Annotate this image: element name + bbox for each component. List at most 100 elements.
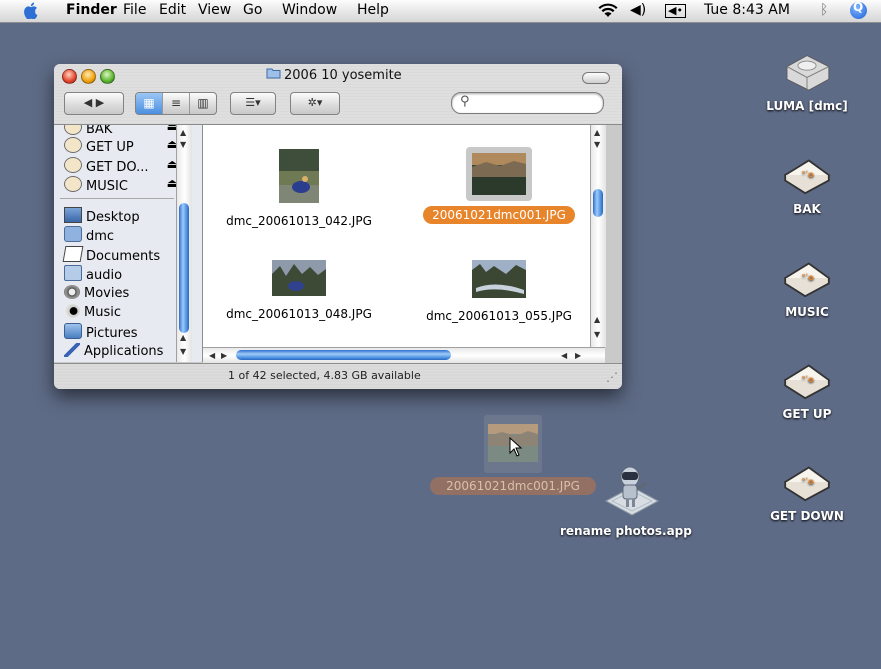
movies-icon — [64, 285, 80, 299]
sidebar-item-label: Movies — [84, 286, 130, 301]
file-item-selected[interactable]: 20061021dmc001.JPG — [414, 147, 584, 224]
scroll-up-arrow[interactable]: ▲ — [594, 128, 600, 137]
automator-app-icon[interactable] — [600, 463, 662, 523]
drive-icon — [64, 157, 82, 173]
external-drive-icon: °ʹo — [783, 466, 831, 502]
status-text: 1 of 42 selected, 4.83 GB available — [228, 369, 421, 382]
finder-window: 2006 10 yosemite ◀ ▶ ▦ ≡ ▥ ☰▾ ✲▾ ⚲ BAK ⏏… — [54, 64, 622, 389]
icon-view-button[interactable]: ▦ — [136, 93, 163, 114]
menu-go[interactable]: Go — [243, 2, 262, 18]
search-input[interactable] — [476, 95, 598, 109]
sidebar-item-audio[interactable]: audio — [64, 265, 180, 285]
clock[interactable]: Tue 8:43 AM — [704, 2, 790, 18]
drive-icon — [64, 125, 82, 135]
scroll-down-arrow[interactable]: ▼ — [594, 330, 600, 339]
apple-icon[interactable] — [24, 2, 40, 19]
minimize-button[interactable] — [81, 69, 96, 84]
desktop-icon-label: BAK — [793, 202, 821, 216]
horizontal-scroll-thumb[interactable] — [236, 350, 451, 360]
action-menu-button[interactable]: ✲▾ — [290, 92, 340, 115]
pictures-icon — [64, 323, 82, 339]
scroll-up-arrow[interactable]: ▲ — [180, 333, 186, 342]
external-drive-icon: °ʹo — [783, 262, 831, 298]
cursor-arrow-icon — [509, 437, 523, 457]
sidebar-item-applications[interactable]: Applications — [64, 343, 180, 362]
desktop-icon-get-down[interactable]: °ʹo GET DOWN — [752, 462, 862, 523]
menu-window[interactable]: Window — [282, 2, 337, 18]
toolbar-toggle-button[interactable] — [582, 72, 610, 84]
svg-text:°ʹo: °ʹo — [802, 374, 815, 384]
back-forward-button[interactable]: ◀ ▶ — [64, 92, 124, 115]
list-view-button[interactable]: ≡ — [163, 93, 190, 114]
photo-thumbnail — [279, 149, 319, 203]
file-item[interactable]: dmc_20061013_042.JPG — [214, 149, 384, 228]
spotlight-icon[interactable]: Q — [850, 0, 867, 19]
sidebar-item-label: Documents — [86, 249, 161, 264]
content-scroll-thumb[interactable] — [593, 189, 603, 217]
resize-grip-icon[interactable]: ⋰ — [606, 370, 618, 384]
menu-file[interactable]: File — [123, 2, 146, 18]
sidebar-item-label: dmc — [86, 229, 115, 244]
column-view-button[interactable]: ▥ — [190, 93, 216, 114]
arrange-button[interactable]: ☰▾ — [230, 92, 276, 115]
desktop-icon-music[interactable]: °ʹo MUSIC — [752, 258, 862, 319]
title-bar[interactable]: 2006 10 yosemite ◀ ▶ ▦ ≡ ▥ ☰▾ ✲▾ ⚲ — [54, 64, 622, 125]
sidebar-item-label: GET DO... — [86, 160, 149, 175]
file-item[interactable]: dmc_20061013_048.JPG — [214, 260, 384, 321]
horizontal-scrollbar[interactable]: ◀ ▶ ◀ ▶ — [203, 347, 605, 363]
scroll-up-arrow[interactable]: ▲ — [594, 315, 600, 324]
sidebar-item-get-down[interactable]: GET DO... ⏏ — [64, 157, 180, 177]
zoom-button[interactable] — [100, 69, 115, 84]
scroll-down-arrow[interactable]: ▼ — [594, 140, 600, 149]
file-name: dmc_20061013_042.JPG — [226, 214, 372, 228]
scroll-right-arrow[interactable]: ▶ — [575, 351, 581, 360]
sidebar-item-get-up[interactable]: GET UP ⏏ — [64, 137, 180, 157]
menu-view[interactable]: View — [198, 2, 231, 18]
sidebar-item-movies[interactable]: Movies — [64, 285, 180, 305]
desktop-icon-luma[interactable]: LUMA [dmc] — [752, 52, 862, 113]
file-item[interactable]: dmc_20061013_055.JPG — [414, 260, 584, 323]
sidebar-item-pictures[interactable]: Pictures — [64, 323, 180, 343]
file-browser-content[interactable]: dmc_20061013_042.JPG 20061021dmc001.JPG … — [203, 125, 606, 347]
folder-icon — [64, 265, 82, 281]
close-button[interactable] — [62, 69, 77, 84]
drag-ghost — [484, 415, 542, 473]
back-forward-label: ◀ ▶ — [83, 96, 105, 109]
scroll-left-arrow[interactable]: ◀ — [209, 351, 215, 360]
desktop-icon-bak[interactable]: °ʹo BAK — [752, 155, 862, 216]
status-bar: 1 of 42 selected, 4.83 GB available ⋰ — [54, 363, 622, 389]
menu-edit[interactable]: Edit — [159, 2, 186, 18]
content-scrollbar[interactable]: ▲ ▼ ▲ ▼ — [590, 125, 606, 347]
sidebar-item-desktop[interactable]: Desktop — [64, 207, 180, 227]
selection-highlight — [466, 147, 532, 201]
menu-help[interactable]: Help — [357, 2, 389, 18]
sidebar-item-dmc[interactable]: dmc — [64, 226, 180, 246]
scroll-left-arrow[interactable]: ◀ — [561, 351, 567, 360]
scroll-right-arrow[interactable]: ▶ — [221, 351, 227, 360]
menu-finder[interactable]: Finder — [66, 2, 117, 18]
photo-thumbnail — [472, 260, 526, 298]
sidebar-item-documents[interactable]: Documents — [62, 246, 180, 266]
sidebar-scrollbar[interactable]: ▲ ▼ ▲ ▼ — [176, 125, 192, 362]
desktop-icon-label: LUMA [dmc] — [766, 99, 848, 113]
battery-icon[interactable]: ◀• — [665, 4, 686, 18]
svg-text:°ʹo: °ʹo — [802, 476, 815, 486]
volume-icon[interactable]: ◀) — [630, 2, 646, 18]
bluetooth-icon[interactable]: ᛒ — [820, 2, 828, 18]
sidebar-item-label: Music — [84, 305, 121, 320]
wifi-icon[interactable] — [598, 3, 618, 19]
view-mode-control[interactable]: ▦ ≡ ▥ — [135, 92, 217, 115]
sidebar-item-label: MUSIC — [86, 179, 128, 194]
menu-bar: Finder File Edit View Go Window Help ◀) … — [0, 0, 881, 23]
scroll-up-arrow[interactable]: ▲ — [180, 128, 186, 137]
sidebar-item-music[interactable]: Music — [64, 304, 180, 324]
desktop-icon-label: MUSIC — [785, 305, 829, 319]
scroll-down-arrow[interactable]: ▼ — [180, 347, 186, 356]
scroll-down-arrow[interactable]: ▼ — [180, 140, 186, 149]
desktop-icon-get-up[interactable]: °ʹo GET UP — [752, 360, 862, 421]
sidebar-item-music-drive[interactable]: MUSIC ⏏ — [64, 176, 180, 196]
sidebar-scroll-thumb[interactable] — [179, 203, 189, 333]
sidebar-separator — [60, 198, 174, 199]
sidebar-item-label: Desktop — [86, 210, 140, 225]
search-field[interactable]: ⚲ — [451, 92, 604, 114]
